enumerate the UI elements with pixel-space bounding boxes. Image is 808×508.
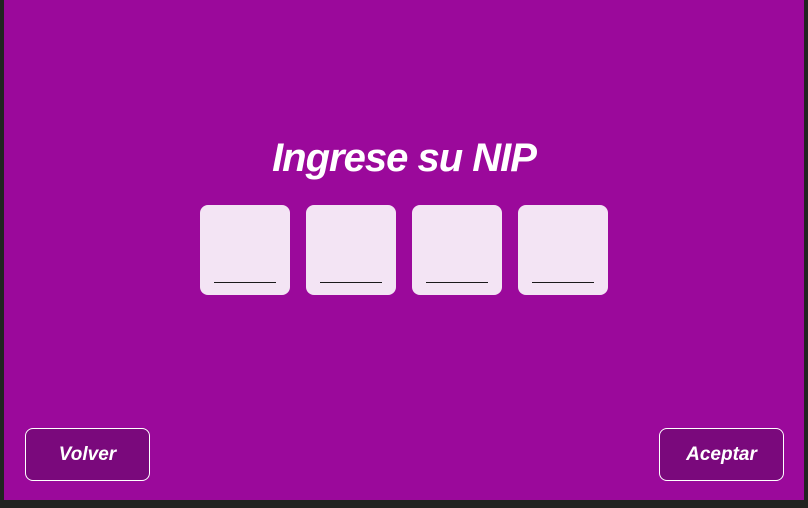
pin-entry-screen: Ingrese su NIP Volver Aceptar: [4, 0, 804, 500]
pin-digit-box-3[interactable]: [412, 205, 502, 295]
back-button-label: Volver: [58, 443, 117, 465]
window-frame: Ingrese su NIP Volver Aceptar: [0, 0, 808, 508]
accept-button-label: Aceptar: [686, 443, 757, 465]
pin-digit-1-underline: [214, 282, 276, 283]
pin-digit-box-4[interactable]: [518, 205, 608, 295]
page-title: Ingrese su NIP: [272, 136, 537, 180]
pin-digit-box-2[interactable]: [306, 205, 396, 295]
pin-digit-3-underline: [426, 282, 488, 283]
pin-input-group: [200, 205, 610, 295]
back-button[interactable]: Volver: [25, 428, 150, 481]
pin-digit-box-1[interactable]: [200, 205, 290, 295]
pin-digit-2-underline: [320, 282, 382, 283]
accept-button[interactable]: Aceptar: [659, 428, 784, 481]
pin-digit-4-underline: [532, 282, 594, 283]
